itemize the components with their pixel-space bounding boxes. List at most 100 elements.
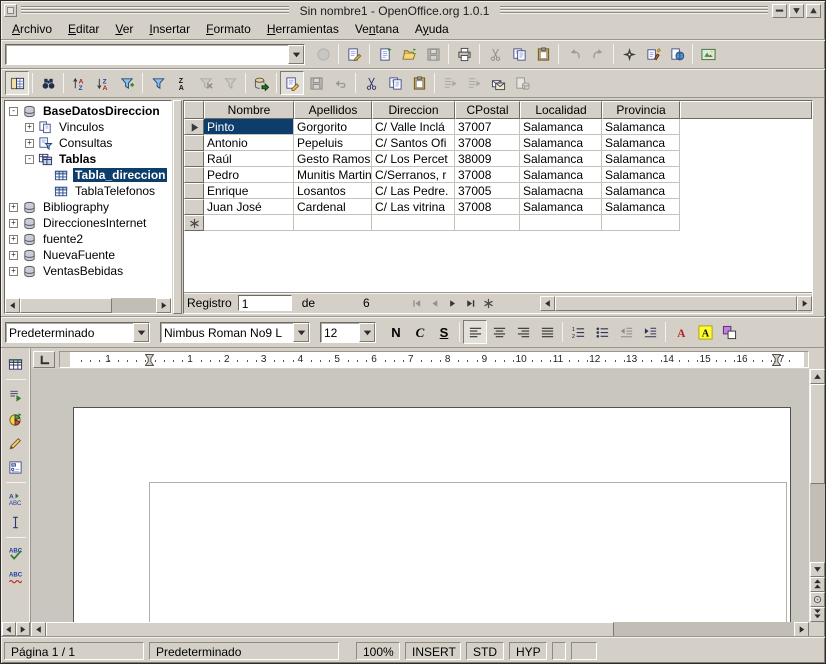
cell-localidad[interactable]: Salamanca — [520, 135, 602, 151]
empty-cell[interactable] — [455, 215, 520, 231]
font-size-combo[interactable]: 12 — [320, 322, 376, 343]
autospellcheck-button[interactable]: ABC — [4, 565, 28, 589]
new-record-marker[interactable] — [184, 215, 204, 231]
current-row-marker[interactable] — [184, 119, 204, 135]
row-marker[interactable] — [184, 167, 204, 183]
cell-apellidos[interactable]: Gorgorito — [294, 119, 372, 135]
align-center-button[interactable] — [487, 320, 511, 344]
sort-ascending-button[interactable]: AZ — [67, 71, 91, 95]
collapse-icon[interactable]: - — [9, 107, 18, 116]
bold-button[interactable]: N — [384, 320, 408, 344]
scrollbar-thumb[interactable] — [810, 384, 825, 484]
paragraph-style-value[interactable]: Predeterminado — [6, 323, 133, 342]
empty-cell[interactable] — [520, 215, 602, 231]
font-color-button[interactable]: A — [669, 320, 693, 344]
direct-cursor-button[interactable] — [4, 510, 28, 534]
autotext-button[interactable]: AABC — [4, 486, 28, 510]
cell-provincia[interactable]: Salamanca — [602, 199, 680, 215]
scrollbar-track[interactable] — [112, 298, 156, 313]
cell-apellidos[interactable]: Munitis Martin — [294, 167, 372, 183]
font-dropdown-button[interactable] — [293, 323, 309, 342]
cell-cpostal[interactable]: 37008 — [455, 199, 520, 215]
cut-data-button[interactable] — [359, 71, 383, 95]
status-insert-mode[interactable]: INSERT — [405, 642, 461, 660]
scroll-right-button[interactable] — [797, 296, 812, 311]
underline-button[interactable]: S — [432, 320, 456, 344]
row-marker[interactable] — [184, 151, 204, 167]
load-url-combo[interactable] — [5, 44, 305, 65]
numbered-list-button[interactable]: 12 — [566, 320, 590, 344]
sort-order-button[interactable]: ZA — [170, 71, 194, 95]
cell-cpostal[interactable]: 37007 — [455, 119, 520, 135]
highlighting-button[interactable]: A — [693, 320, 717, 344]
window-system-menu-icon[interactable] — [4, 4, 17, 17]
row-marker[interactable] — [184, 199, 204, 215]
cell-localidad[interactable]: Salamanca — [520, 167, 602, 183]
cell-cpostal[interactable]: 38009 — [455, 151, 520, 167]
menu-editar[interactable]: Editar — [60, 20, 107, 39]
sort-descending-button[interactable]: ZA — [91, 71, 115, 95]
expand-icon[interactable]: + — [9, 267, 18, 276]
column-header-apellidos[interactable]: Apellidos — [294, 101, 372, 119]
cell-localidad[interactable]: Salamanca — [520, 151, 602, 167]
menu-ver[interactable]: Ver — [107, 20, 141, 39]
cell-localidad[interactable]: Salamacna — [520, 183, 602, 199]
cell-cpostal[interactable]: 37005 — [455, 183, 520, 199]
cell-nombre[interactable]: Antonio — [204, 135, 294, 151]
tree-item-fuente2[interactable]: +fuente2 — [5, 231, 171, 247]
cell-apellidos[interactable]: Losantos — [294, 183, 372, 199]
cell-direccion[interactable]: C/ Valle Inclá — [372, 119, 455, 135]
scroll-left-button[interactable] — [540, 296, 555, 311]
collapse-icon[interactable]: - — [25, 155, 34, 164]
scroll-left-button[interactable] — [31, 622, 46, 637]
scrollbar-thumb[interactable] — [20, 298, 112, 313]
edit-data-button[interactable] — [280, 71, 304, 95]
cell-nombre[interactable]: Enrique — [204, 183, 294, 199]
print-file-button[interactable] — [452, 42, 476, 66]
empty-cell[interactable] — [294, 215, 372, 231]
menu-ventana[interactable]: Ventana — [347, 20, 407, 39]
column-header-cpostal[interactable]: CPostal — [455, 101, 520, 119]
cell-nombre[interactable]: Pinto — [204, 119, 294, 135]
scroll-left-button[interactable] — [2, 622, 16, 636]
tree-item-tablas[interactable]: -Tablas — [5, 151, 171, 167]
expand-icon[interactable]: + — [9, 203, 18, 212]
cell-direccion[interactable]: C/ Santos Ofi — [372, 135, 455, 151]
cell-localidad[interactable]: Salamanca — [520, 119, 602, 135]
tree-item-tabla-direccion[interactable]: Tabla_direccion — [5, 167, 171, 183]
italic-button[interactable]: C — [408, 320, 432, 344]
scroll-right-button[interactable] — [156, 298, 171, 313]
expand-icon[interactable]: + — [9, 251, 18, 260]
style-dropdown-button[interactable] — [133, 323, 149, 342]
menu-ayuda[interactable]: Ayuda — [407, 20, 457, 39]
standard-filter-button[interactable] — [146, 71, 170, 95]
refresh-data-button[interactable] — [249, 71, 273, 95]
find-record-button[interactable] — [36, 71, 60, 95]
cell-provincia[interactable]: Salamanca — [602, 151, 680, 167]
insert-table-button[interactable] — [4, 352, 28, 376]
cell-direccion[interactable]: C/ Las Pedre. — [372, 183, 455, 199]
scrollbar-thumb[interactable] — [555, 296, 797, 311]
row-marker[interactable] — [184, 135, 204, 151]
status-selection-mode[interactable]: STD — [466, 642, 504, 660]
navigation-button[interactable] — [810, 592, 825, 607]
cell-apellidos[interactable]: Pepeluis — [294, 135, 372, 151]
cell-direccion[interactable]: C/Serranos, r — [372, 167, 455, 183]
menu-insertar[interactable]: Insertar — [141, 20, 198, 39]
align-justified-button[interactable] — [535, 320, 559, 344]
row-marker[interactable] — [184, 183, 204, 199]
maximize-button[interactable] — [806, 4, 821, 18]
scroll-right-button[interactable] — [16, 622, 30, 636]
load-url-value[interactable] — [6, 45, 288, 64]
cell-localidad[interactable]: Salamanca — [520, 199, 602, 215]
column-header-direccion[interactable]: Direccion — [372, 101, 455, 119]
status-page-style[interactable]: Predeterminado — [149, 642, 339, 660]
expand-icon[interactable]: + — [9, 219, 18, 228]
load-url-dropdown-button[interactable] — [288, 45, 304, 64]
form-functions-button[interactable] — [4, 455, 28, 479]
next-page-button[interactable] — [810, 607, 825, 622]
autofilter-button[interactable] — [115, 71, 139, 95]
tree-item-nuevafuente[interactable]: +NuevaFuente — [5, 247, 171, 263]
record-number-input[interactable]: 1 — [238, 295, 292, 311]
increase-indent-button[interactable] — [638, 320, 662, 344]
